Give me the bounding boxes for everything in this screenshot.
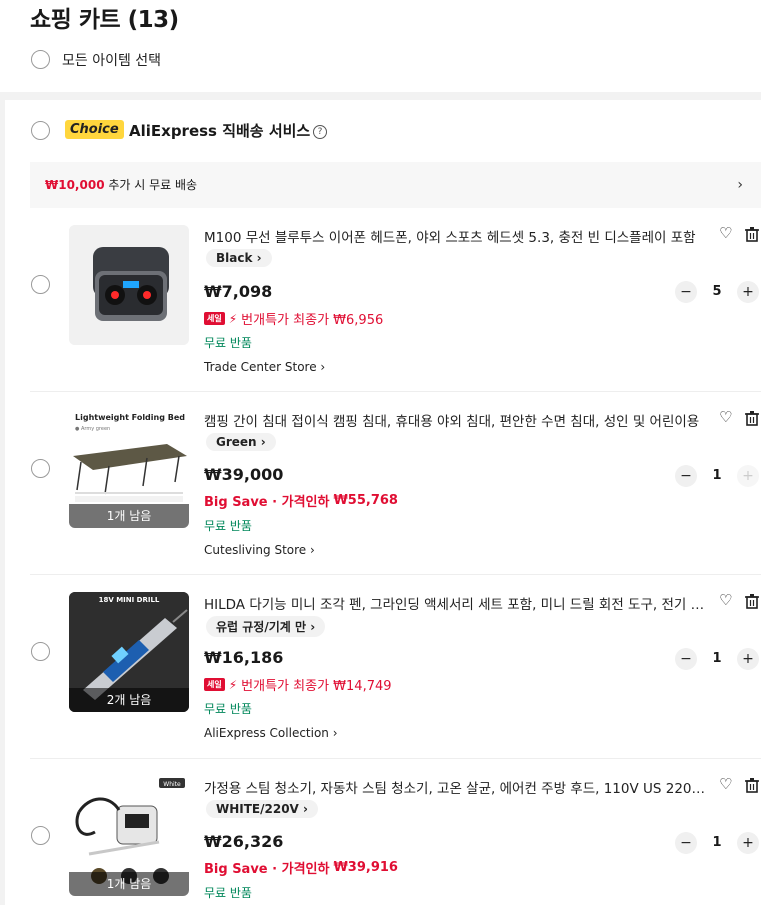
quantity-stepper: − 1 +: [673, 648, 761, 670]
promo-price: ₩14,749: [333, 679, 392, 694]
store-title[interactable]: AliExpress 직배송 서비스: [129, 120, 310, 141]
promo-text: 번개특가 최종가 ₩6,956: [241, 313, 384, 328]
item-select-radio[interactable]: [31, 275, 50, 294]
variant-selector[interactable]: Green ›: [206, 433, 276, 451]
quantity-value[interactable]: 1: [706, 465, 728, 487]
variant-selector[interactable]: Black ›: [206, 249, 272, 267]
stock-remaining: 2개 남음: [69, 688, 189, 712]
free-return-label: 무료 반품: [204, 519, 252, 533]
item-price: ₩7,098: [204, 282, 273, 301]
product-thumbnail[interactable]: [69, 225, 189, 345]
trash-icon[interactable]: [745, 411, 759, 426]
store-panel: Choice AliExpress 직배송 서비스 ? ₩10,000 추가 시…: [5, 100, 761, 905]
select-all-radio[interactable]: [31, 50, 50, 69]
item-select-radio[interactable]: [31, 642, 50, 661]
thumb-caption: White: [163, 781, 181, 788]
product-thumbnail[interactable]: Lightweight Folding Bed ● Army green 1개 …: [69, 408, 189, 528]
promo-price: ₩6,956: [333, 313, 384, 328]
product-thumbnail[interactable]: White 1개 남음: [69, 776, 189, 896]
promo-text: Big Save · 가격인하: [204, 495, 330, 510]
seller-store-link[interactable]: AliExpress Collection ›: [204, 726, 338, 740]
stock-remaining: 1개 남음: [69, 872, 189, 896]
item-select-radio[interactable]: [31, 459, 50, 478]
promo-text: 번개특가 최종가 ₩14,749: [241, 679, 392, 694]
item-title[interactable]: 캠핑 간이 침대 접이식 캠핑 침대, 휴대용 야외 침대, 편안한 수면 침대…: [204, 410, 714, 430]
variant-selector[interactable]: 유럽 규정/기계 만 ›: [206, 616, 326, 637]
variant-selector[interactable]: WHITE/220V ›: [206, 800, 318, 818]
seller-store-link[interactable]: Cutesliving Store ›: [204, 543, 315, 557]
free-shipping-bar[interactable]: ₩10,000 추가 시 무료 배송 ›: [30, 162, 761, 208]
sale-tag: 세일: [204, 678, 225, 691]
shipping-threshold-text: 추가 시 무료 배송: [104, 178, 198, 192]
promo-line: Big Save · 가격인하 ₩55,768: [204, 491, 398, 510]
thumb-caption: Lightweight Folding Bed: [75, 413, 185, 422]
heart-icon[interactable]: ♡: [719, 591, 732, 609]
quantity-stepper: − 5 +: [673, 281, 761, 303]
quantity-stepper: − 1 +: [673, 465, 761, 487]
quantity-increase-button[interactable]: +: [737, 832, 759, 854]
promo-price: ₩39,916: [333, 860, 398, 875]
quantity-increase-button[interactable]: +: [737, 281, 759, 303]
heart-icon[interactable]: ♡: [719, 775, 732, 793]
promo-line: 세일 ⚡ 번개특가 최종가 ₩14,749: [204, 675, 392, 694]
shipping-threshold-amount: ₩10,000: [45, 178, 105, 192]
cart-item: Lightweight Folding Bed ● Army green 1개 …: [5, 391, 761, 574]
promo-line: 세일 ⚡ 번개특가 최종가 ₩6,956: [204, 309, 383, 328]
choice-badge: Choice: [65, 120, 124, 139]
free-return-label: 무료 반품: [204, 702, 252, 716]
product-thumbnail[interactable]: 18V MINI DRILL 2개 남음: [69, 592, 189, 712]
item-price: ₩26,326: [204, 832, 284, 851]
promo-text: Big Save · 가격인하: [204, 862, 330, 877]
thumb-caption: 18V MINI DRILL: [99, 596, 160, 604]
store-select-radio[interactable]: [31, 121, 50, 140]
quantity-stepper: − 1 +: [673, 832, 761, 854]
seller-store-link[interactable]: Trade Center Store ›: [204, 360, 325, 374]
item-title[interactable]: 가정용 스팀 청소기, 자동차 스팀 청소기, 고온 살균, 에어컨 주방 후드…: [204, 777, 714, 797]
free-return-label: 무료 반품: [204, 886, 252, 900]
cart-item: 18V MINI DRILL 2개 남음 HILDA 다기능 미니 조각 펜, …: [5, 574, 761, 757]
item-title[interactable]: M100 무선 블루투스 이어폰 헤드폰, 야외 스포츠 헤드셋 5.3, 충전…: [204, 226, 714, 246]
trash-icon[interactable]: [745, 227, 759, 242]
trash-icon[interactable]: [745, 594, 759, 609]
item-title[interactable]: HILDA 다기능 미니 조각 펜, 그라인딩 액세서리 세트 포함, 미니 드…: [204, 593, 714, 613]
quantity-value[interactable]: 5: [706, 281, 728, 303]
sale-tag: 세일: [204, 312, 225, 325]
quantity-value[interactable]: 1: [706, 832, 728, 854]
cart-header-panel: 쇼핑 카트 (13) 모든 아이템 선택: [0, 0, 761, 92]
select-all-label: 모든 아이템 선택: [62, 53, 162, 69]
trash-icon[interactable]: [745, 778, 759, 793]
promo-price: ₩55,768: [333, 493, 398, 508]
page-title: 쇼핑 카트 (13): [30, 7, 179, 33]
heart-icon[interactable]: ♡: [719, 224, 732, 242]
quantity-decrease-button[interactable]: −: [675, 465, 697, 487]
lightning-icon: ⚡: [228, 677, 238, 692]
item-select-radio[interactable]: [31, 826, 50, 845]
thumb-subcaption: ● Army green: [75, 426, 110, 432]
info-icon[interactable]: ?: [313, 125, 327, 139]
lightning-icon: ⚡: [228, 311, 238, 326]
cart-item: M100 무선 블루투스 이어폰 헤드폰, 야외 스포츠 헤드셋 5.3, 충전…: [5, 208, 761, 391]
promo-line: Big Save · 가격인하 ₩39,916: [204, 858, 398, 877]
chevron-right-icon[interactable]: ›: [737, 162, 743, 208]
stock-remaining: 1개 남음: [69, 504, 189, 528]
quantity-increase-button[interactable]: +: [737, 465, 759, 487]
quantity-value[interactable]: 1: [706, 648, 728, 670]
quantity-increase-button[interactable]: +: [737, 648, 759, 670]
quantity-decrease-button[interactable]: −: [675, 832, 697, 854]
earbuds-case-image: [69, 225, 189, 345]
free-return-label: 무료 반품: [204, 336, 252, 350]
cart-item: White 1개 남음 가정용 스팀 청소기, 자동차 스팀 청소기, 고온 살…: [5, 758, 761, 905]
quantity-decrease-button[interactable]: −: [675, 281, 697, 303]
heart-icon[interactable]: ♡: [719, 408, 732, 426]
quantity-decrease-button[interactable]: −: [675, 648, 697, 670]
item-price: ₩39,000: [204, 465, 284, 484]
item-price: ₩16,186: [204, 648, 284, 667]
